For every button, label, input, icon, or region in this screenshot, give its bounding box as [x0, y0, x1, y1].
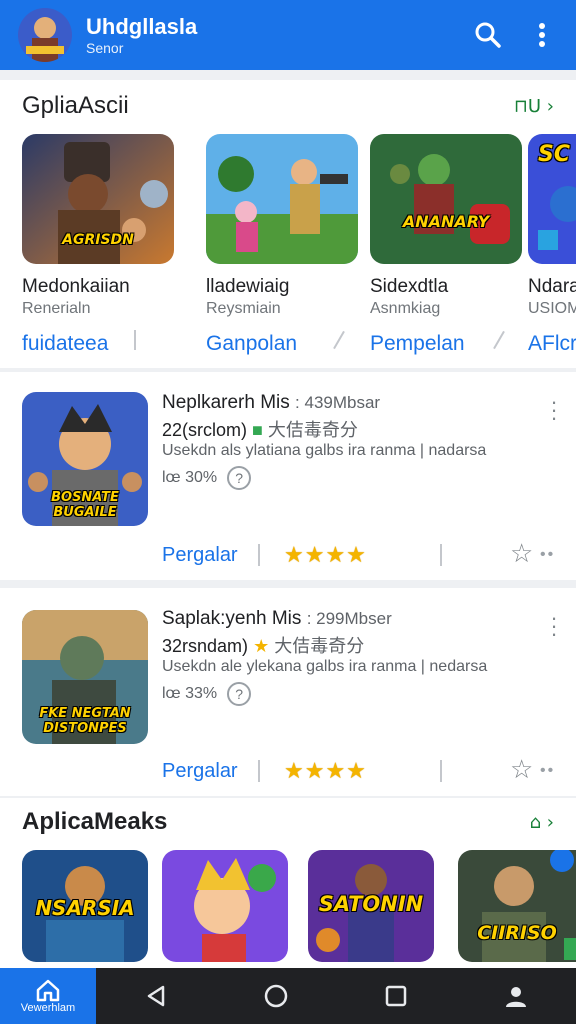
list-title: Neplkarerh Mis : 439Mbsar [162, 392, 380, 414]
help-icon[interactable]: ? [227, 466, 252, 490]
divider [134, 330, 136, 350]
game-action-link[interactable]: AFlcr [528, 332, 576, 356]
star-outline-icon[interactable]: ☆ [510, 754, 533, 785]
more-horiz-icon[interactable]: •• [540, 762, 555, 780]
list-description: Usekdn ale ylekana galbs ira ranma | ned… [162, 658, 488, 675]
game-thumbnail: AGRISDN [22, 134, 174, 264]
game-card[interactable]: SC Ndara USIOM AFlcr [528, 134, 576, 356]
star-icon: ★ [253, 636, 270, 656]
game-subtitle: USIOM [528, 300, 576, 317]
featured-section: GpliaAscii ⊓U › AGRISDN Medonkaiian Rene… [0, 80, 576, 368]
app-avatar[interactable] [18, 8, 72, 62]
app-subtitle: Senor [86, 40, 124, 56]
app-banner: SATONIN [318, 892, 424, 916]
game-thumbnail: ANANARY [370, 134, 522, 264]
list-action-link[interactable]: Pergalar [162, 760, 238, 783]
back-icon [147, 985, 165, 1007]
game-subtitle: Asnmkiag [370, 300, 441, 317]
list-action-link[interactable]: Pergalar [162, 544, 238, 567]
list-percentage: lœ 33%? [162, 682, 252, 706]
app-banner: NSARSIA [35, 896, 135, 920]
app-title: Uhdgllasla [86, 14, 198, 39]
list-thumbnail: FKE NEGTAN DISTONPES [22, 610, 148, 744]
app-thumbnail[interactable]: SATONIN [308, 850, 434, 962]
game-thumbnail: SC [528, 134, 576, 264]
divider [440, 760, 442, 782]
list-description: Usekdn als ylatiana galbs ira ranma | na… [162, 442, 487, 459]
list-percentage-text: lœ 33% [162, 685, 218, 702]
list-percentage-text: lœ 30% [162, 469, 218, 486]
rating-stars: ★★★★ [284, 542, 367, 567]
game-card[interactable]: AGRISDN Medonkaiian Renerialn fuidateea [22, 134, 174, 356]
list-thumbnail: BOSNATE BUGAILE [22, 392, 148, 526]
more-vert-icon[interactable] [522, 15, 562, 55]
divider [440, 544, 442, 566]
nav-home-label: Vewerhlam [20, 1002, 76, 1014]
circle-home-icon [264, 984, 288, 1008]
apps-title: AplicaMeaks [22, 808, 168, 835]
recents-button[interactable] [336, 968, 456, 1024]
list-banner: BOSNATE BUGAILE [51, 490, 119, 520]
recents-icon [385, 985, 407, 1007]
game-card[interactable]: lladewiaig Reysmiain Ganpolan [206, 134, 358, 356]
search-icon[interactable] [468, 15, 508, 55]
profile-button[interactable] [456, 968, 576, 1024]
home-icon [36, 979, 60, 1002]
list-subline-prefix: 22(srclom) [162, 420, 248, 440]
list-subline-prefix: 32rsndam) [162, 636, 249, 656]
more-horiz-icon[interactable]: •• [540, 546, 555, 564]
list-subline-text: 大佶毒奇分 [267, 420, 358, 440]
list-subline-text: 大佶毒奇分 [274, 636, 365, 656]
list-title-text: Neplkarerh Mis [162, 392, 290, 413]
game-thumbnail [206, 134, 358, 264]
featured-title: GpliaAscii [22, 92, 129, 119]
game-banner: ANANARY [402, 212, 490, 231]
featured-more-link[interactable]: ⊓U › [514, 96, 554, 117]
featured-header: GpliaAscii ⊓U › [22, 92, 554, 120]
app-thumbnail[interactable] [162, 850, 288, 962]
home-button[interactable] [216, 968, 336, 1024]
game-subtitle: Reysmiain [206, 300, 281, 317]
app-banner: CIIRISO [477, 922, 557, 944]
list-title: Saplak:yenh Mis : 299Mbser [162, 608, 392, 630]
more-vert-icon[interactable]: · · · [546, 391, 562, 429]
list-title-text: Saplak:yenh Mis [162, 608, 302, 629]
rating-stars: ★★★★ [284, 758, 367, 783]
app-thumbnail[interactable]: CIIRISO [458, 850, 576, 962]
apps-section: AplicaMeaks ⌂ › NSARSIA SATONIN CIIRISO [0, 798, 576, 968]
person-icon [506, 987, 526, 1007]
apps-header: AplicaMeaks ⌂ › [22, 808, 554, 836]
app-title-block: Uhdgllasla Senor [86, 14, 454, 56]
back-button[interactable] [96, 968, 216, 1024]
star-outline-icon[interactable]: ☆ [510, 538, 533, 569]
app-bar: Uhdgllasla Senor [0, 0, 576, 70]
nav-home-tab[interactable]: Vewerhlam [0, 968, 96, 1024]
list-subline: 22(srclom) ■ 大佶毒奇分 [162, 416, 358, 442]
list-item[interactable]: BOSNATE BUGAILE Neplkarerh Mis : 439Mbsa… [0, 372, 576, 580]
divider [258, 544, 260, 566]
navigation-bar: Vewerhlam [0, 968, 576, 1024]
game-name: Ndara [528, 276, 576, 297]
list-subline: 32rsndam) ★ 大佶毒奇分 [162, 632, 364, 658]
game-subtitle: Renerialn [22, 300, 91, 317]
apps-more-link[interactable]: ⌂ › [530, 812, 554, 833]
game-action-link[interactable]: fuidateea [22, 332, 174, 356]
game-name: Sidexdtla [370, 276, 449, 297]
game-card[interactable]: ANANARY Sidexdtla Asnmkiag Pempelan [370, 134, 522, 356]
game-name: Medonkaiian [22, 276, 130, 297]
list-size: : 299Mbser [306, 609, 392, 628]
list-banner: FKE NEGTAN DISTONPES [39, 706, 131, 736]
game-name: lladewiaig [206, 276, 290, 297]
divider [258, 760, 260, 782]
help-icon[interactable]: ? [227, 682, 252, 706]
game-banner: AGRISDN [62, 232, 134, 248]
list-percentage: lœ 30%? [162, 466, 252, 490]
cube-icon: ■ [252, 420, 263, 440]
more-vert-icon[interactable]: · · · [546, 607, 562, 645]
app-thumbnail[interactable]: NSARSIA [22, 850, 148, 962]
list-item[interactable]: FKE NEGTAN DISTONPES Saplak:yenh Mis : 2… [0, 588, 576, 796]
game-banner: SC [538, 142, 570, 167]
list-size: : 439Mbsar [295, 393, 381, 412]
